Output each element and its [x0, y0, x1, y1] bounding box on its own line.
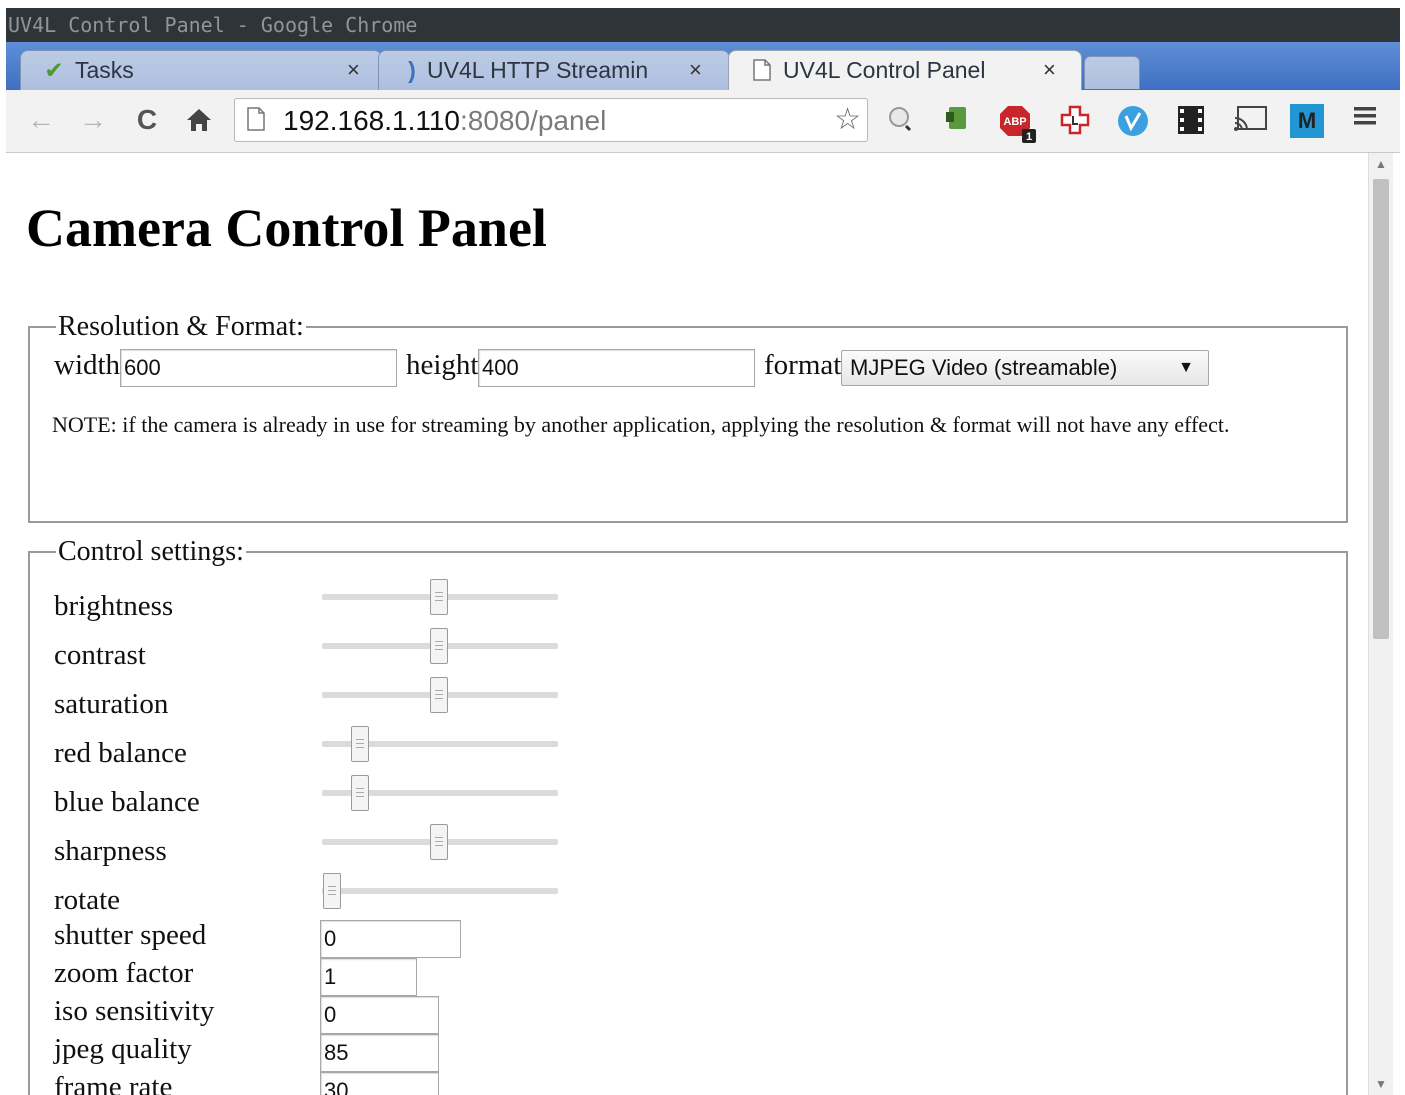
tab-strip: ✔ Tasks × ) UV4L HTTP Streamin × UV4L Co…	[6, 42, 1400, 91]
m-ext-icon[interactable]: M	[1290, 104, 1324, 138]
jpeg-quality-input[interactable]: 85	[320, 1034, 439, 1072]
zoom-factor-label: zoom factor	[54, 957, 194, 989]
blue-balance-label: blue balance	[54, 786, 200, 818]
height-input[interactable]: 400	[478, 349, 755, 387]
tab-tasks[interactable]: ✔ Tasks ×	[20, 50, 382, 90]
slider-handle[interactable]	[323, 873, 341, 909]
svg-text:ABP: ABP	[1003, 116, 1026, 128]
red-balance-label: red balance	[54, 737, 187, 769]
tab-close-button[interactable]: ×	[347, 51, 360, 89]
cast-icon[interactable]	[1232, 104, 1267, 138]
contrast-label: contrast	[54, 639, 146, 671]
sharpness-label: sharpness	[54, 835, 167, 867]
format-select[interactable]: MJPEG Video (streamable) ▼	[841, 350, 1209, 386]
svg-text:1: 1	[1026, 131, 1032, 143]
tab-close-button[interactable]: ×	[1043, 51, 1056, 89]
format-label: format	[764, 349, 842, 381]
browser-window: UV4L Control Panel - Google Chrome ✔ Tas…	[6, 8, 1400, 1095]
home-icon	[187, 109, 211, 131]
slider-handle[interactable]	[430, 628, 448, 664]
bookmark-star-icon[interactable]: ☆	[834, 103, 861, 137]
slider-handle[interactable]	[351, 775, 369, 811]
slider-handle[interactable]	[430, 824, 448, 860]
tab-close-button[interactable]: ×	[689, 51, 702, 89]
address-bar[interactable]: 192.168.1.110:8080/panel ☆	[234, 98, 868, 142]
resolution-note: NOTE: if the camera is already in use fo…	[52, 412, 1230, 437]
menu-icon[interactable]	[1348, 104, 1382, 138]
height-label: height	[406, 349, 479, 381]
jpeg-quality-label: jpeg quality	[54, 1033, 192, 1065]
slider-handle[interactable]	[351, 726, 369, 762]
page-icon	[747, 51, 777, 92]
rotate-slider[interactable]	[322, 888, 558, 894]
format-selected-value: MJPEG Video (streamable)	[850, 355, 1118, 380]
page-title: Camera Control Panel	[26, 198, 547, 258]
frame-rate-label: frame rate	[54, 1071, 173, 1095]
tab-uv4l-streaming[interactable]: ) UV4L HTTP Streamin ×	[378, 50, 730, 90]
tab-uv4l-control-panel[interactable]: UV4L Control Panel ×	[728, 50, 1082, 91]
home-button[interactable]	[182, 100, 216, 140]
scroll-down-icon[interactable]: ▼	[1369, 1077, 1393, 1091]
loading-spinner-icon: )	[408, 57, 416, 83]
page-content: Camera Control Panel Resolution & Format…	[6, 153, 1364, 1095]
window-title: UV4L Control Panel - Google Chrome	[6, 8, 1400, 42]
zoom-factor-input[interactable]: 1	[320, 958, 417, 996]
slider-handle[interactable]	[430, 677, 448, 713]
evernote-ext-icon[interactable]	[940, 104, 974, 138]
vertical-scrollbar[interactable]: ▲ ▼	[1368, 153, 1393, 1095]
scrollbar-thumb[interactable]	[1373, 179, 1389, 639]
iso-sensitivity-input[interactable]: 0	[320, 996, 439, 1034]
slider-handle[interactable]	[430, 579, 448, 615]
frame-rate-input[interactable]: 30	[320, 1072, 439, 1095]
width-input[interactable]: 600	[120, 349, 397, 387]
shutter-speed-input[interactable]: 0	[320, 920, 461, 958]
back-button[interactable]: ←	[24, 100, 58, 140]
iso-sensitivity-label: iso sensitivity	[54, 995, 215, 1027]
shutter-speed-label: shutter speed	[54, 919, 207, 951]
brightness-label: brightness	[54, 590, 174, 622]
url-text: 192.168.1.110:8080/panel	[283, 105, 607, 136]
adblock-plus-icon[interactable]: ABP 1	[998, 104, 1036, 143]
tab-label: UV4L HTTP Streamin	[427, 57, 649, 83]
width-label: width	[54, 349, 121, 381]
browser-toolbar: ← → C 192.168.1.110:8080/panel ☆ ABP 1 M	[6, 90, 1400, 153]
page-info-icon	[247, 107, 265, 131]
new-tab-button[interactable]	[1084, 56, 1140, 89]
plus-ext-icon[interactable]	[1058, 104, 1092, 138]
chevron-down-icon: ▼	[1178, 359, 1194, 376]
vimeo-ext-icon[interactable]	[1116, 104, 1150, 138]
saturation-label: saturation	[54, 688, 169, 720]
check-icon: ✔	[44, 57, 64, 83]
film-ext-icon[interactable]	[1174, 104, 1208, 138]
scroll-up-icon[interactable]: ▲	[1369, 157, 1393, 171]
rotate-label: rotate	[54, 884, 121, 916]
tab-label: UV4L Control Panel	[783, 57, 986, 83]
forward-button[interactable]: →	[76, 100, 110, 140]
search-ext-icon[interactable]	[884, 104, 918, 138]
tab-label: Tasks	[75, 57, 134, 83]
reload-button[interactable]: C	[130, 100, 164, 140]
